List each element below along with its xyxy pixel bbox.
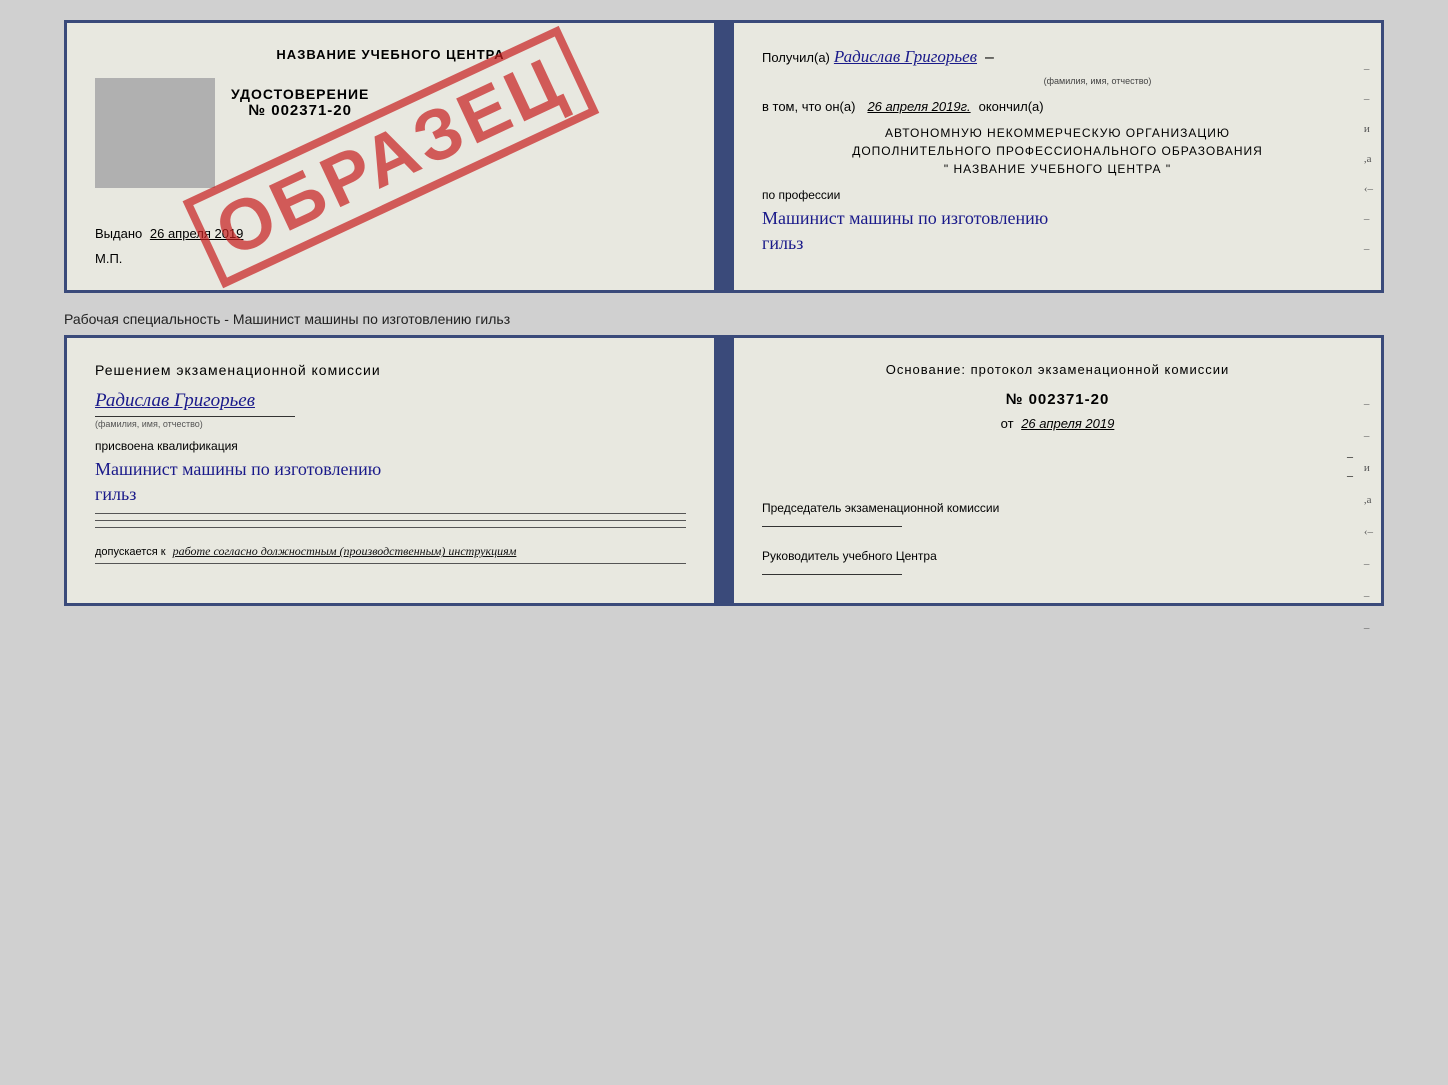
spine-top	[716, 23, 734, 290]
bottom-doc-right: Основание: протокол экзаменационной коми…	[734, 338, 1381, 603]
top-doc-left: НАЗВАНИЕ УЧЕБНОГО ЦЕНТРА УДОСТОВЕРЕНИЕ №…	[67, 23, 716, 290]
poluchil-label: Получил(а)	[762, 50, 830, 65]
udost-number: № 002371-20	[231, 102, 369, 119]
vidano-date: 26 апреля 2019	[150, 226, 244, 241]
vtom-label: в том, что он(а)	[762, 99, 855, 114]
rukovoditel-block: Руководитель учебного Центра	[762, 547, 1353, 575]
vidano-line: Выдано 26 апреля 2019	[95, 226, 686, 241]
udostoverenie-block: УДОСТОВЕРЕНИЕ № 002371-20	[231, 86, 369, 119]
udost-title: УДОСТОВЕРЕНИЕ	[231, 86, 369, 102]
ot-line: от 26 апреля 2019	[762, 416, 1353, 431]
top-document: НАЗВАНИЕ УЧЕБНОГО ЦЕНТРА УДОСТОВЕРЕНИЕ №…	[64, 20, 1384, 293]
rukovoditel-sig-line	[762, 574, 902, 575]
osnovanie-title: Основание: протокол экзаменационной коми…	[762, 362, 1353, 377]
dopuskaetsya-label: допускается к	[95, 546, 166, 558]
predsedatel-label: Председатель экзаменационной комиссии	[762, 499, 1353, 518]
spine-bottom	[716, 338, 734, 603]
dotted-line-4	[95, 563, 686, 564]
dash-1: –	[762, 449, 1353, 464]
dotted-line-3	[95, 527, 686, 528]
side-dashes-top: – – и ,а ‹– – –	[1364, 63, 1373, 255]
dash-2: –	[762, 468, 1353, 483]
profession-handwritten: Машинист машины по изготовлению гильз	[762, 206, 1353, 256]
okonchil-label: окончил(а)	[979, 99, 1044, 114]
photo-placeholder	[95, 78, 215, 188]
mp-label: М.П.	[95, 251, 122, 266]
bottom-profession-line1: Машинист машины по изготовлению	[95, 459, 381, 479]
bottom-profession: Машинист машины по изготовлению гильз	[95, 457, 686, 507]
name-underline	[95, 416, 295, 417]
bottom-fio-label: (фамилия, имя, отчество)	[95, 419, 686, 429]
dopuskaetsya-block: допускается к работе согласно должностны…	[95, 544, 686, 559]
bottom-left-title: Решением экзаменационной комиссии	[95, 362, 686, 378]
vidano-label: Выдано	[95, 226, 142, 241]
top-left-title: НАЗВАНИЕ УЧЕБНОГО ЦЕНТРА	[95, 47, 686, 62]
prisvoena-label: присвоена квалификация	[95, 439, 686, 453]
mp-line: М.П.	[95, 251, 686, 266]
fio-label-top: (фамилия, имя, отчество)	[1044, 76, 1152, 86]
ot-label: от	[1001, 416, 1014, 431]
side-dashes-bottom: – – и ,а ‹– – – –	[1364, 398, 1373, 634]
poluchil-name: Радислав Григорьев	[834, 47, 977, 67]
bottom-profession-line2: гильз	[95, 484, 136, 504]
protocol-number: № 002371-20	[762, 391, 1353, 408]
org-line2: ДОПОЛНИТЕЛЬНОГО ПРОФЕССИОНАЛЬНОГО ОБРАЗО…	[762, 142, 1353, 160]
dopuskaetsya-text: работе согласно должностным (производств…	[173, 544, 517, 558]
dotted-line-2	[95, 520, 686, 521]
po-professii-label: по профессии	[762, 188, 1353, 202]
bottom-doc-left: Решением экзаменационной комиссии Радисл…	[67, 338, 716, 603]
bottom-name: Радислав Григорьев	[95, 390, 255, 411]
dotted-line-1	[95, 513, 686, 514]
org-line1: АВТОНОМНУЮ НЕКОММЕРЧЕСКУЮ ОРГАНИЗАЦИЮ	[762, 124, 1353, 142]
profession-line1: Машинист машины по изготовлению	[762, 208, 1048, 228]
vtom-line: в том, что он(а) 26 апреля 2019г. окончи…	[762, 99, 1353, 114]
ot-date: 26 апреля 2019	[1021, 416, 1114, 431]
bottom-document: Решением экзаменационной комиссии Радисл…	[64, 335, 1384, 606]
separator-text: Рабочая специальность - Машинист машины …	[64, 311, 1384, 327]
top-doc-right: Получил(а) Радислав Григорьев – (фамилия…	[734, 23, 1381, 290]
poluchil-line: Получил(а) Радислав Григорьев –	[762, 47, 1353, 67]
org-quote: " НАЗВАНИЕ УЧЕБНОГО ЦЕНТРА "	[762, 160, 1353, 178]
org-block: АВТОНОМНУЮ НЕКОММЕРЧЕСКУЮ ОРГАНИЗАЦИЮ ДО…	[762, 124, 1353, 178]
vtom-date: 26 апреля 2019г.	[867, 99, 970, 114]
rukovoditel-label: Руководитель учебного Центра	[762, 547, 1353, 566]
predsedatel-block: Председатель экзаменационной комиссии	[762, 499, 1353, 527]
predsedatel-sig-line	[762, 526, 902, 527]
profession-line2: гильз	[762, 233, 803, 253]
